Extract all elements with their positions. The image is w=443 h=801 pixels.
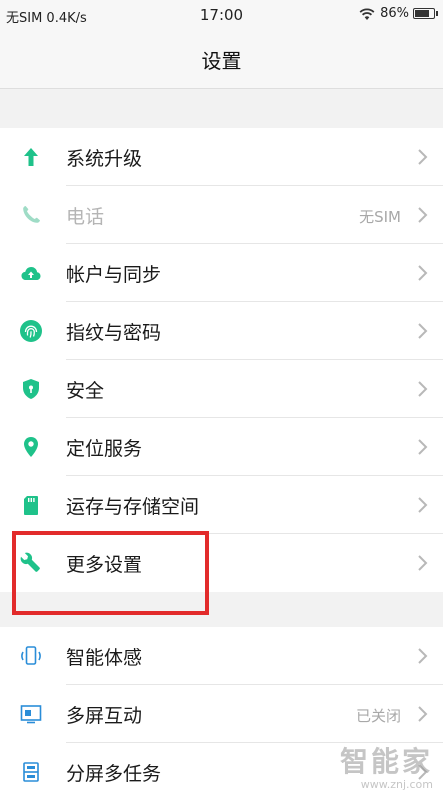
screen-cast-icon [20, 705, 42, 724]
settings-item-fingerprint-password[interactable]: 指纹与密码 [0, 302, 443, 360]
battery-percent: 86% [380, 6, 409, 21]
settings-item-label: 电话 [66, 206, 105, 228]
status-right: 86% [358, 6, 438, 21]
settings-item-label: 多屏互动 [66, 705, 143, 727]
settings-item-label: 指纹与密码 [66, 322, 162, 344]
settings-item-label: 系统升级 [66, 148, 143, 170]
chevron-right-icon [418, 149, 428, 165]
page-title: 设置 [201, 49, 242, 73]
settings-item-value: 无SIM [359, 208, 401, 226]
settings-item-label: 运存与存储空间 [66, 496, 200, 518]
chevron-right-icon [418, 555, 428, 571]
split-screen-icon [23, 762, 39, 782]
settings-item-value: 已关闭 [355, 707, 401, 725]
arrow-up-icon [24, 148, 38, 166]
chevron-right-icon [418, 265, 428, 281]
settings-item-label: 帐户与同步 [66, 264, 162, 286]
highlight-box [12, 531, 209, 615]
chevron-right-icon [418, 381, 428, 397]
settings-item-security[interactable]: 安全 [0, 360, 443, 418]
phone-gesture-icon [21, 646, 41, 665]
settings-item-location[interactable]: 定位服务 [0, 418, 443, 476]
cloud-sync-icon [21, 267, 41, 280]
chevron-right-icon [418, 323, 428, 339]
settings-item-multi-screen[interactable]: 多屏互动 已关闭 [0, 685, 443, 743]
fingerprint-icon [20, 320, 42, 342]
settings-item-memory-storage[interactable]: 运存与存储空间 [0, 476, 443, 534]
location-pin-icon [24, 437, 38, 457]
settings-item-account-sync[interactable]: 帐户与同步 [0, 244, 443, 302]
chevron-right-icon [418, 648, 428, 664]
wifi-icon [359, 7, 375, 20]
settings-group-1: 系统升级 电话 无SIM 帐户与同步 指纹与密码 安全 定位服务 运存与存储空间… [0, 128, 443, 592]
status-bar: 无SIM 0.4K/s 17:00 86% [0, 0, 443, 30]
chevron-right-icon [418, 706, 428, 722]
settings-item-phone[interactable]: 电话 无SIM [0, 186, 443, 244]
title-bar: 设置 [0, 30, 443, 89]
settings-item-label: 智能体感 [66, 647, 143, 669]
watermark-text: 智能家 [339, 745, 433, 778]
settings-item-label: 分屏多任务 [66, 763, 162, 785]
battery-icon [413, 8, 438, 19]
chevron-right-icon [418, 439, 428, 455]
watermark: 智能家 www.znj.com [340, 740, 433, 791]
shield-icon [23, 379, 39, 399]
settings-item-label: 定位服务 [66, 438, 143, 460]
sd-card-icon [24, 496, 38, 515]
settings-item-system-update[interactable]: 系统升级 [0, 128, 443, 186]
chevron-right-icon [418, 207, 428, 223]
settings-item-label: 安全 [66, 380, 105, 402]
settings-item-smart-motion[interactable]: 智能体感 [0, 627, 443, 685]
phone-icon [23, 206, 40, 223]
chevron-right-icon [418, 497, 428, 513]
